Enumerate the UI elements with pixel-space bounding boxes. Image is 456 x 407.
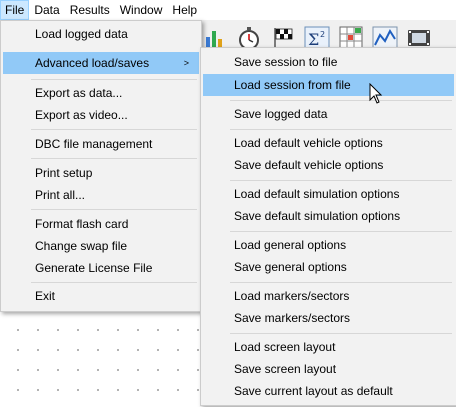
menu-data[interactable]: Data (29, 0, 64, 20)
menu-separator (31, 282, 197, 283)
menu-separator (31, 129, 197, 130)
menu-bar: File Data Results Window Help (0, 0, 456, 20)
menu-separator (230, 129, 452, 130)
submenu-item-save-current-layout-as-default[interactable]: Save current layout as default (203, 380, 454, 402)
menu-separator (230, 282, 452, 283)
menu-item-advanced-load-saves[interactable]: Advanced load/saves > (3, 52, 199, 74)
submenu-item-load-markers-sectors[interactable]: Load markers/sectors (203, 285, 454, 307)
menu-separator (230, 231, 452, 232)
submenu-arrow-icon: > (183, 58, 189, 68)
submenu-item-load-session-from-file[interactable]: Load session from file (203, 74, 454, 96)
submenu-item-save-markers-sectors[interactable]: Save markers/sectors (203, 307, 454, 329)
mouse-cursor-icon (369, 83, 383, 104)
submenu-item-save-default-simulation-options[interactable]: Save default simulation options (203, 205, 454, 227)
menu-separator (31, 158, 197, 159)
menu-window[interactable]: Window (115, 0, 168, 20)
menu-separator (230, 333, 452, 334)
submenu-item-load-general-options[interactable]: Load general options (203, 234, 454, 256)
menu-separator (31, 209, 197, 210)
menu-item-format-flash-card[interactable]: Format flash card (3, 213, 199, 235)
menu-item-export-data[interactable]: Export as data... (3, 82, 199, 104)
submenu-item-load-default-vehicle-options[interactable]: Load default vehicle options (203, 132, 454, 154)
advanced-load-saves-submenu: Save session to file Load session from f… (200, 47, 456, 406)
submenu-item-load-default-simulation-options[interactable]: Load default simulation options (203, 183, 454, 205)
submenu-item-save-session-to-file[interactable]: Save session to file (203, 51, 454, 73)
menu-item-load-logged-data[interactable]: Load logged data (3, 23, 199, 45)
menu-item-exit[interactable]: Exit (3, 285, 199, 307)
menu-item-change-swap-file[interactable]: Change swap file (3, 235, 199, 257)
submenu-item-save-default-vehicle-options[interactable]: Save default vehicle options (203, 154, 454, 176)
menu-help[interactable]: Help (167, 0, 202, 20)
menu-file[interactable]: File (0, 0, 30, 20)
file-menu-dropdown: Load logged data Advanced load/saves > E… (0, 20, 202, 312)
menu-separator (230, 100, 452, 101)
menu-item-export-video[interactable]: Export as video... (3, 104, 199, 126)
menu-item-label: Advanced load/saves (35, 56, 150, 70)
svg-text:2: 2 (320, 30, 325, 39)
submenu-item-save-general-options[interactable]: Save general options (203, 256, 454, 278)
menu-item-print-all[interactable]: Print all... (3, 184, 199, 206)
menu-item-generate-license-file[interactable]: Generate License File (3, 257, 199, 279)
menu-separator (230, 180, 452, 181)
submenu-item-save-logged-data[interactable]: Save logged data (203, 103, 454, 125)
menu-item-dbc-file-management[interactable]: DBC file management (3, 133, 199, 155)
menu-separator (31, 79, 197, 80)
submenu-item-save-screen-layout[interactable]: Save screen layout (203, 358, 454, 380)
submenu-item-load-screen-layout[interactable]: Load screen layout (203, 336, 454, 358)
menu-item-print-setup[interactable]: Print setup (3, 162, 199, 184)
menu-results[interactable]: Results (65, 0, 115, 20)
